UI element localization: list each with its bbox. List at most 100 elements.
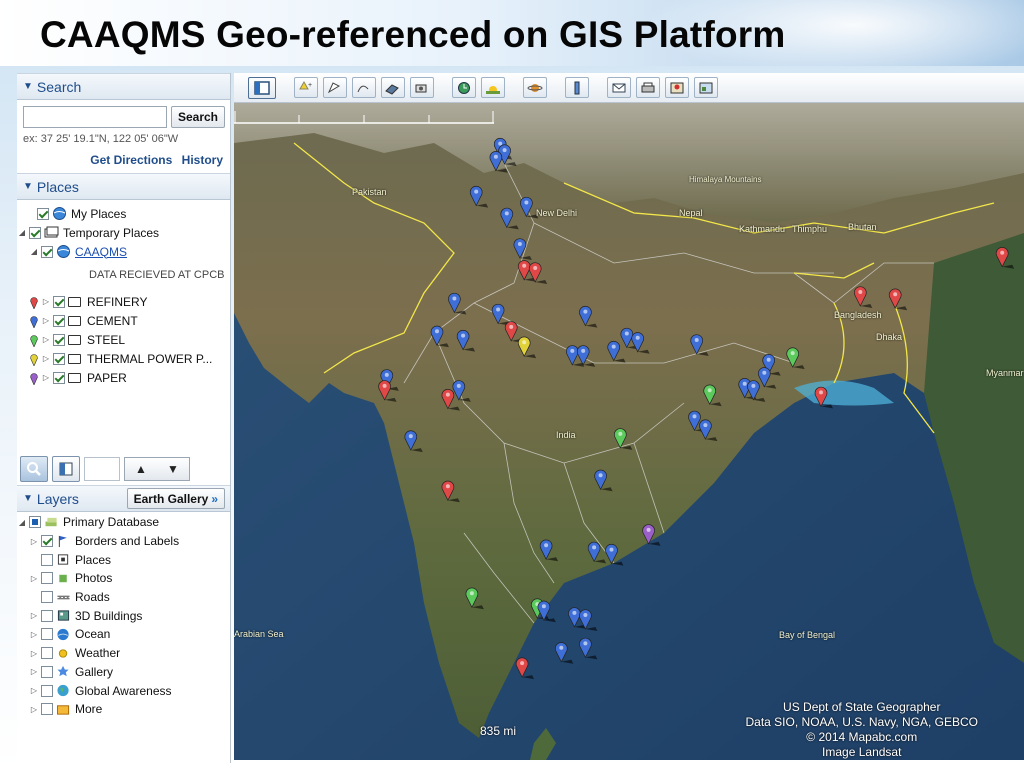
search-tool-button[interactable]	[20, 456, 48, 482]
expand-triangle-icon[interactable]: ▷	[29, 574, 39, 583]
expand-triangle-icon[interactable]: ▷	[41, 373, 51, 382]
panel-toggle-button[interactable]	[52, 456, 80, 482]
weather-sun-icon	[58, 648, 68, 658]
category-checkbox[interactable]	[53, 352, 65, 365]
layer-item[interactable]: ▷ Weather	[17, 644, 230, 663]
save-image-button[interactable]	[694, 77, 718, 98]
sidebar-toggle-button[interactable]	[248, 76, 276, 99]
layer-checkbox[interactable]	[29, 516, 41, 529]
expand-triangle-icon[interactable]: ▷	[41, 354, 51, 363]
add-image-overlay-button[interactable]	[381, 77, 405, 98]
layer-checkbox[interactable]	[41, 684, 53, 697]
places-panel-header[interactable]: ▼ Places	[17, 173, 230, 200]
search-input[interactable]	[23, 106, 167, 128]
layer-checkbox[interactable]	[41, 553, 53, 566]
category-checkbox[interactable]	[53, 371, 65, 384]
layer-item[interactable]: ▷ 3D Buildings	[17, 606, 230, 625]
get-directions-link[interactable]: Get Directions	[90, 153, 172, 167]
my-places-checkbox[interactable]	[37, 207, 49, 220]
add-polygon-button[interactable]	[323, 77, 347, 98]
temporary-places-checkbox[interactable]	[29, 226, 41, 239]
history-link[interactable]: History	[182, 153, 223, 167]
move-up-down-buttons[interactable]: ▲ ▼	[124, 457, 190, 481]
expand-triangle-icon[interactable]: ▷	[41, 297, 51, 306]
svg-text:+: +	[308, 82, 312, 89]
email-button[interactable]	[607, 77, 631, 98]
layers-panel-header[interactable]: ▼ Layers Earth Gallery»	[17, 485, 230, 512]
map-label-nepal: Nepal	[679, 208, 703, 218]
clock-globe-icon	[458, 81, 470, 94]
expand-triangle-icon[interactable]: ▷	[29, 649, 39, 658]
layer-checkbox[interactable]	[41, 647, 53, 660]
layer-item[interactable]: ▷ Photos	[17, 569, 230, 588]
search-panel-header[interactable]: ▼ Search	[17, 73, 230, 100]
layer-checkbox[interactable]	[41, 591, 53, 604]
layer-item[interactable]: ◢ Primary Database	[17, 513, 230, 532]
globe-icon	[57, 245, 70, 258]
category-item[interactable]: ▷ CEMENT	[17, 311, 230, 330]
category-label: STEEL	[87, 332, 126, 347]
category-item[interactable]: ▷ THERMAL POWER P...	[17, 349, 230, 368]
expand-triangle-icon[interactable]: ▷	[41, 335, 51, 344]
layer-checkbox[interactable]	[41, 535, 53, 548]
arrow-up-icon[interactable]: ▲	[135, 462, 147, 476]
historical-imagery-button[interactable]	[452, 77, 476, 98]
layer-label: Places	[75, 552, 112, 567]
expand-triangle-icon[interactable]: ◢	[29, 247, 39, 256]
print-button[interactable]	[636, 77, 660, 98]
layer-item[interactable]: ▷ Global Awareness	[17, 681, 230, 700]
map-canvas[interactable]	[234, 103, 1024, 760]
add-placemark-button[interactable]: +	[294, 77, 318, 98]
expand-triangle-icon[interactable]: ▷	[29, 611, 39, 620]
ruler-button[interactable]	[565, 77, 589, 98]
planets-button[interactable]	[523, 77, 547, 98]
layer-checkbox[interactable]	[41, 628, 53, 641]
expand-triangle-icon[interactable]: ▷	[41, 316, 51, 325]
earth-gallery-button[interactable]: Earth Gallery»	[126, 488, 225, 509]
sunlight-button[interactable]	[481, 77, 505, 98]
layer-checkbox[interactable]	[41, 703, 53, 716]
google-maps-button[interactable]	[665, 77, 689, 98]
expand-triangle-icon[interactable]: ▷	[29, 630, 39, 639]
layer-item[interactable]: ▷ Borders and Labels	[17, 532, 230, 551]
expand-triangle-icon[interactable]: ▷	[29, 686, 39, 695]
layer-item[interactable]: Roads	[17, 588, 230, 607]
layer-checkbox[interactable]	[41, 665, 53, 678]
layer-checkbox[interactable]	[41, 572, 53, 585]
expand-triangle-icon[interactable]: ▷	[29, 537, 39, 546]
tree-item-my-places[interactable]: My Places	[17, 204, 230, 223]
map-view[interactable]: Pakistan New Delhi Nepal Kathmandu Thimp…	[234, 103, 1024, 760]
search-hint: ex: 37 25' 19.1"N, 122 05' 06"W	[23, 133, 179, 145]
expand-triangle-icon[interactable]: ◢	[17, 228, 27, 237]
category-checkbox[interactable]	[53, 333, 65, 346]
expand-triangle-icon[interactable]: ◢	[17, 518, 27, 527]
blank-field[interactable]	[84, 457, 120, 481]
tree-item-temporary-places[interactable]: ◢ Temporary Places	[17, 223, 230, 242]
category-item[interactable]: ▷ REFINERY	[17, 292, 230, 311]
collapse-arrow-icon: ▼	[23, 181, 33, 192]
search-button[interactable]: Search	[171, 106, 225, 128]
expand-triangle-icon[interactable]: ▷	[29, 667, 39, 676]
pin-icon	[30, 296, 38, 309]
places-panel-title: Places	[36, 178, 79, 195]
layer-item[interactable]: Places	[17, 550, 230, 569]
category-checkbox[interactable]	[53, 314, 65, 327]
arrow-down-icon[interactable]: ▼	[167, 462, 179, 476]
polygon-icon	[327, 81, 341, 93]
category-label: THERMAL POWER P...	[87, 351, 213, 366]
category-item[interactable]: ▷ PAPER	[17, 368, 230, 387]
attribution-line: Data SIO, NOAA, U.S. Navy, NGA, GEBCO	[745, 715, 979, 729]
category-checkbox[interactable]	[53, 295, 65, 308]
tree-item-caaqms[interactable]: ◢ CAAQMS	[17, 242, 230, 261]
layer-item[interactable]: ▷ More	[17, 700, 230, 719]
layer-item[interactable]: ▷ Ocean	[17, 625, 230, 644]
places-tree: My Places ◢ Temporary Places ◢ CAAQMS DA…	[17, 200, 230, 387]
caaqms-link[interactable]: CAAQMS	[75, 245, 127, 259]
layer-checkbox[interactable]	[41, 609, 53, 622]
expand-triangle-icon[interactable]: ▷	[29, 705, 39, 714]
record-tour-button[interactable]	[410, 77, 434, 98]
add-path-button[interactable]	[352, 77, 376, 98]
category-item[interactable]: ▷ STEEL	[17, 330, 230, 349]
layer-item[interactable]: ▷ Gallery	[17, 663, 230, 682]
caaqms-checkbox[interactable]	[41, 245, 53, 258]
